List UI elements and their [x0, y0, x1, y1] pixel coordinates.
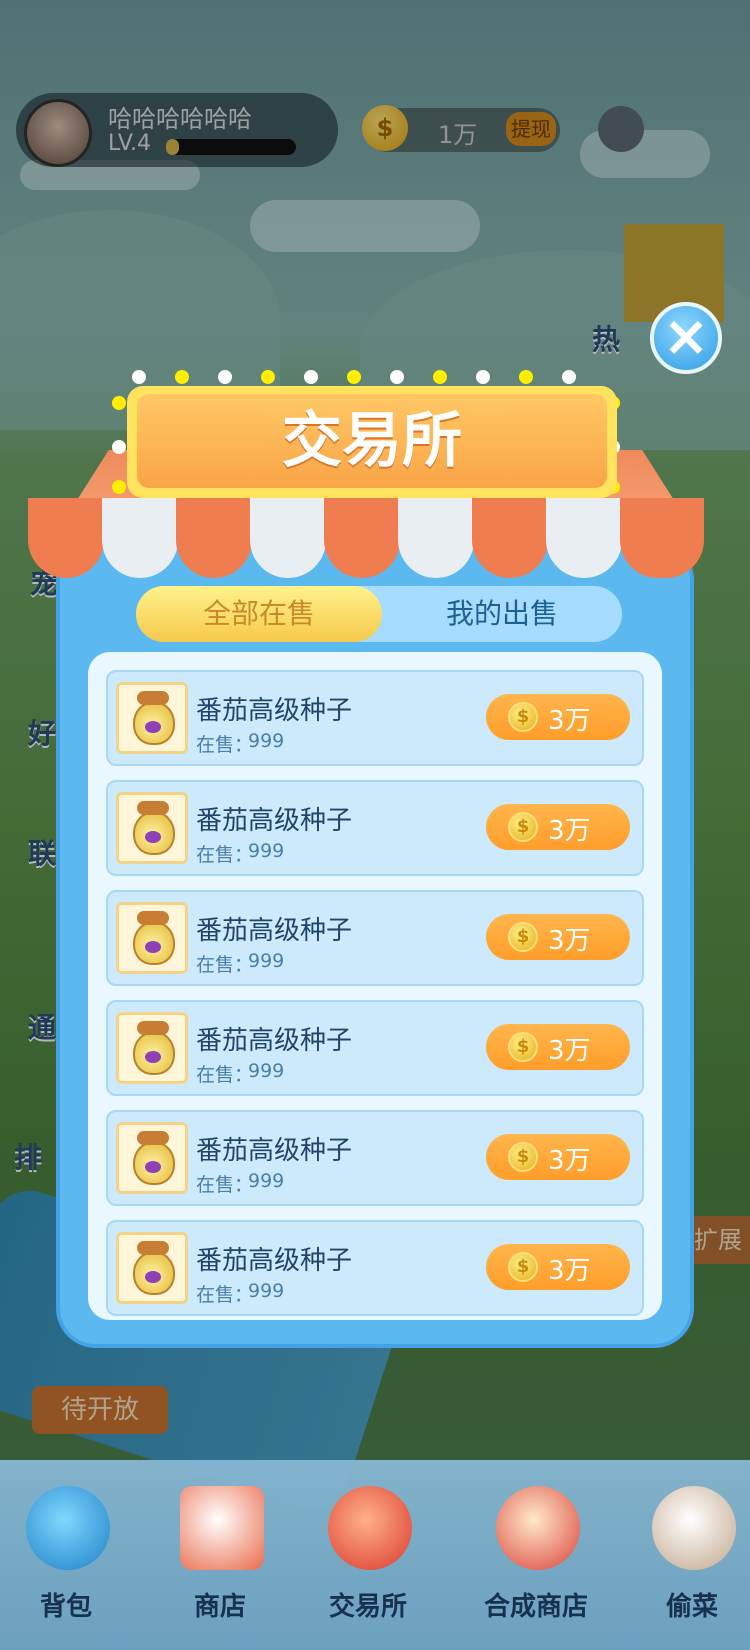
- item-name: 番茄高级种子: [196, 1136, 353, 1166]
- list-item[interactable]: 番茄高级种子在售： 999 $3万: [106, 780, 644, 876]
- item-stock-label: 在售：: [196, 1174, 254, 1196]
- seed-bag-icon: [116, 1012, 188, 1084]
- item-stock-label: 在售：: [196, 954, 254, 976]
- seed-bag-icon: [116, 792, 188, 864]
- item-stock-label: 在售：: [196, 1064, 254, 1086]
- gold-coin-icon: $: [508, 1142, 538, 1172]
- nav-steal-vegetables[interactable]: 偷菜: [632, 1486, 750, 1636]
- gold-coin-icon: $: [508, 1032, 538, 1062]
- item-name: 番茄高级种子: [196, 1026, 353, 1056]
- item-price: 3万: [548, 1146, 591, 1176]
- seed-bag-icon: [116, 1232, 188, 1304]
- item-price: 3万: [548, 706, 591, 736]
- gold-coin-icon: $: [508, 1252, 538, 1282]
- nav-backpack[interactable]: 背包: [6, 1486, 126, 1636]
- shop-icon: [180, 1486, 264, 1570]
- gold-coin-icon: $: [508, 812, 538, 842]
- item-name: 番茄高级种子: [196, 916, 353, 946]
- item-price: 3万: [548, 926, 591, 956]
- item-stock-label: 在售：: [196, 734, 254, 756]
- buy-button[interactable]: $3万: [486, 1244, 630, 1290]
- item-price: 3万: [548, 816, 591, 846]
- seed-bag-icon: [116, 1122, 188, 1194]
- close-icon: ×: [662, 304, 710, 369]
- list-item[interactable]: 番茄高级种子在售： 999 $3万: [106, 1220, 644, 1316]
- glove-hand-icon: [652, 1486, 736, 1570]
- list-item[interactable]: 番茄高级种子在售： 999 $3万: [106, 1000, 644, 1096]
- item-stock-value: 999: [248, 950, 285, 972]
- buy-button[interactable]: $3万: [486, 1134, 630, 1180]
- buy-button[interactable]: $3万: [486, 914, 630, 960]
- item-price: 3万: [548, 1256, 591, 1286]
- buy-button[interactable]: $3万: [486, 694, 630, 740]
- nav-label: 商店: [193, 1592, 246, 1622]
- nav-shop[interactable]: 商店: [160, 1486, 280, 1636]
- gold-coin-icon: $: [508, 702, 538, 732]
- item-stock-label: 在售：: [196, 1284, 254, 1306]
- item-stock-value: 999: [248, 840, 285, 862]
- nav-exchange[interactable]: 交易所: [308, 1486, 428, 1636]
- item-price: 3万: [548, 1036, 591, 1066]
- nav-synthesis-shop[interactable]: 合成商店: [476, 1486, 596, 1636]
- nav-label: 交易所: [328, 1592, 407, 1622]
- seed-bag-icon: [116, 902, 188, 974]
- tab-all-for-sale[interactable]: 全部在售: [136, 586, 382, 642]
- list-item[interactable]: 番茄高级种子在售： 999 $3万: [106, 890, 644, 986]
- house-icon: [496, 1486, 580, 1570]
- gold-coin-icon: $: [508, 922, 538, 952]
- seed-bag-icon: [116, 682, 188, 754]
- item-stock-value: 999: [248, 730, 285, 752]
- nav-label: 偷菜: [665, 1592, 718, 1622]
- item-stock-label: 在售：: [196, 844, 254, 866]
- backpack-icon: [26, 1486, 110, 1570]
- item-stock-value: 999: [248, 1060, 285, 1082]
- modal-title: 交易所: [282, 406, 462, 476]
- close-button[interactable]: ×: [650, 302, 722, 374]
- buy-button[interactable]: $3万: [486, 1024, 630, 1070]
- buy-button[interactable]: $3万: [486, 804, 630, 850]
- money-bag-icon: [328, 1486, 412, 1570]
- item-name: 番茄高级种子: [196, 696, 353, 726]
- item-name: 番茄高级种子: [196, 806, 353, 836]
- list-item[interactable]: 番茄高级种子在售： 999 $3万: [106, 1110, 644, 1206]
- tab-bar: 全部在售 我的出售: [136, 586, 622, 642]
- nav-label: 合成商店: [483, 1592, 588, 1622]
- title-sign: 交易所: [127, 386, 617, 498]
- nav-label: 背包: [39, 1592, 92, 1622]
- item-stock-value: 999: [248, 1280, 285, 1302]
- item-stock-value: 999: [248, 1170, 285, 1192]
- list-item[interactable]: 番茄高级种子在售： 999 $3万: [106, 670, 644, 766]
- item-name: 番茄高级种子: [196, 1246, 353, 1276]
- tab-my-sales[interactable]: 我的出售: [382, 586, 622, 642]
